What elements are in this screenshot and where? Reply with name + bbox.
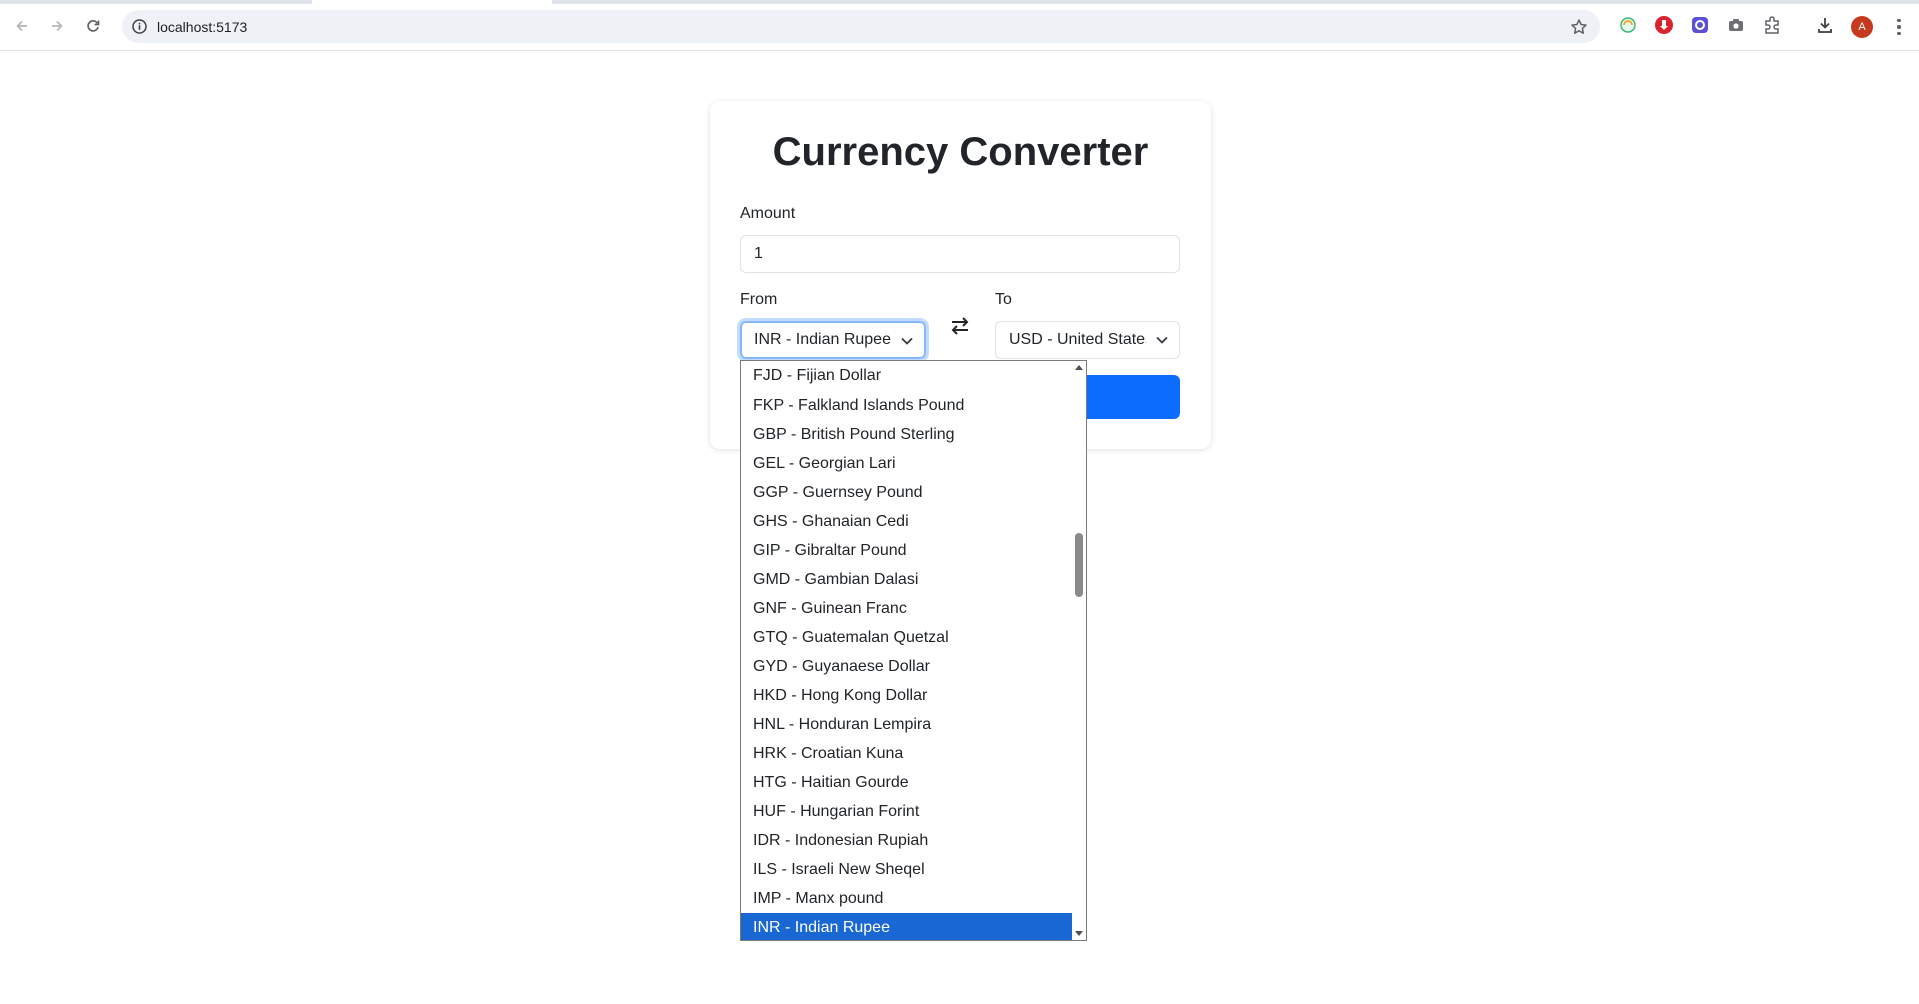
to-currency-value: USD - United States Dollar [1009, 331, 1146, 348]
dropdown-option[interactable]: GIP - Gibraltar Pound [741, 536, 1086, 565]
dropdown-option[interactable]: HTG - Haitian Gourde [741, 768, 1086, 797]
browser-toolbar: localhost:5173 A [0, 0, 1919, 51]
from-label: From [740, 291, 778, 308]
browser-menu-icon[interactable] [1889, 16, 1909, 38]
dropdown-option[interactable]: HUF - Hungarian Forint [741, 797, 1086, 826]
scroll-down-arrow-icon[interactable] [1075, 931, 1083, 936]
chevron-down-icon [1156, 336, 1168, 344]
scroll-up-arrow-icon[interactable] [1075, 365, 1083, 370]
extension-purple-icon[interactable] [1689, 14, 1711, 36]
amount-input[interactable]: 1 [740, 235, 1180, 273]
profile-avatar[interactable]: A [1851, 16, 1873, 38]
dropdown-option[interactable]: HKD - Hong Kong Dollar [741, 681, 1086, 710]
reload-icon[interactable] [80, 13, 106, 39]
to-currency-select[interactable]: USD - United States Dollar [995, 321, 1180, 359]
dropdown-option[interactable]: GHS - Ghanaian Cedi [741, 507, 1086, 536]
back-icon[interactable] [9, 13, 35, 39]
dropdown-scrollbar[interactable] [1072, 361, 1086, 940]
to-label: To [995, 291, 1012, 308]
dropdown-option[interactable]: HRK - Croatian Kuna [741, 739, 1086, 768]
amount-label: Amount [740, 205, 796, 222]
dropdown-option[interactable]: IMP - Manx pound [741, 884, 1086, 913]
extension-red-shield-icon[interactable] [1653, 14, 1675, 36]
camera-icon[interactable] [1725, 14, 1747, 36]
dropdown-option[interactable]: GYD - Guyanaese Dollar [741, 652, 1086, 681]
tab-strip [0, 0, 1919, 4]
forward-icon[interactable] [44, 13, 70, 39]
downloads-icon[interactable] [1814, 14, 1836, 36]
extension-swirl-icon[interactable] [1617, 14, 1639, 36]
chevron-down-icon [901, 337, 913, 345]
dropdown-option[interactable]: HNL - Honduran Lempira [741, 710, 1086, 739]
dropdown-option[interactable]: GMD - Gambian Dalasi [741, 565, 1086, 594]
from-currency-value: INR - Indian Rupee [754, 331, 891, 348]
dropdown-option[interactable]: INR - Indian Rupee [741, 913, 1086, 940]
dropdown-option[interactable]: GBP - British Pound Sterling [741, 420, 1086, 449]
dropdown-option[interactable]: GEL - Georgian Lari [741, 449, 1086, 478]
dropdown-option[interactable]: GNF - Guinean Franc [741, 594, 1086, 623]
dropdown-option[interactable]: GGP - Guernsey Pound [741, 478, 1086, 507]
site-info-icon[interactable] [131, 18, 148, 35]
address-bar[interactable]: localhost:5173 [122, 10, 1600, 43]
from-currency-dropdown-list[interactable]: FJD - Fijian Dollar FKP - Falkland Island… [740, 360, 1087, 941]
dropdown-option[interactable]: FJD - Fijian Dollar [741, 361, 1086, 391]
url-text[interactable]: localhost:5173 [157, 19, 247, 35]
dropdown-option[interactable]: FKP - Falkland Islands Pound [741, 391, 1086, 420]
dropdown-option[interactable]: IDR - Indonesian Rupiah [741, 826, 1086, 855]
page-title: Currency Converter [772, 130, 1149, 174]
bookmark-star-icon[interactable] [1570, 18, 1588, 36]
scrollbar-thumb[interactable] [1075, 533, 1083, 597]
active-tab[interactable] [312, 0, 552, 4]
swap-currencies-icon[interactable] [948, 314, 972, 338]
dropdown-option[interactable]: ILS - Israeli New Sheqel [741, 855, 1086, 884]
extensions-puzzle-icon[interactable] [1761, 14, 1783, 36]
dropdown-option[interactable]: GTQ - Guatemalan Quetzal [741, 623, 1086, 652]
from-currency-select[interactable]: INR - Indian Rupee [740, 321, 926, 359]
